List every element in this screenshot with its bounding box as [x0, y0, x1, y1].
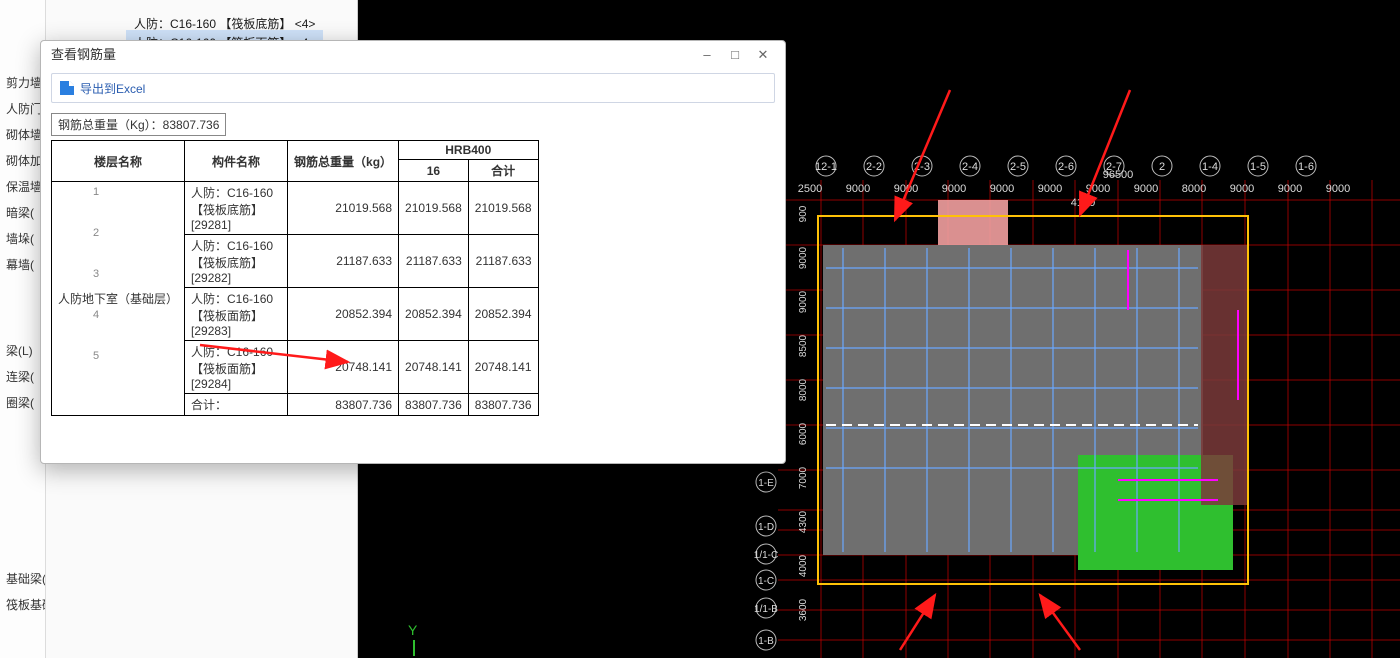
svg-text:1-B: 1-B: [758, 636, 774, 647]
svg-text:1/1-B: 1/1-B: [754, 604, 778, 615]
sidebar-item[interactable]: 人防门: [0, 96, 45, 122]
total-weight-label: 钢筋总重量（Kg）：83807.736: [51, 113, 226, 136]
row-numbers: 12345: [89, 171, 103, 376]
svg-text:8000: 8000: [798, 378, 809, 401]
export-icon: [60, 81, 74, 95]
svg-text:2-5: 2-5: [1010, 161, 1026, 173]
rebar-table: 楼层名称构件名称钢筋总重量（kg）HRB40016合计人防地下室（基础层）人防：…: [51, 140, 539, 416]
svg-text:9000: 9000: [990, 183, 1014, 195]
svg-text:9000: 9000: [846, 183, 870, 195]
sidebar-item[interactable]: 墙垛(: [0, 226, 45, 252]
svg-text:4180: 4180: [1071, 197, 1095, 209]
dialog-titlebar[interactable]: 查看钢筋量 – □ ✕: [41, 41, 785, 69]
sidebar-item[interactable]: 梁(L): [0, 338, 45, 364]
svg-text:9000: 9000: [894, 183, 918, 195]
export-label: 导出到Excel: [80, 80, 145, 97]
sidebar-item[interactable]: 筏板基础(M): [0, 592, 45, 618]
svg-text:3600: 3600: [798, 598, 809, 621]
dialog-title: 查看钢筋量: [51, 41, 691, 69]
svg-text:2-3: 2-3: [914, 161, 930, 173]
dialog-body: 钢筋总重量（Kg）：83807.736 楼层名称构件名称钢筋总重量（kg）HRB…: [41, 107, 785, 463]
row-number: 3: [89, 253, 103, 294]
svg-text:2: 2: [1159, 161, 1165, 173]
minimize-button[interactable]: –: [695, 43, 719, 67]
close-button[interactable]: ✕: [751, 43, 775, 67]
svg-text:900: 900: [798, 205, 809, 222]
svg-text:Y: Y: [408, 622, 418, 638]
sidebar-item[interactable]: 圈梁(: [0, 390, 45, 416]
sidebar-item[interactable]: 幕墙(: [0, 252, 45, 278]
svg-text:1-C: 1-C: [758, 576, 774, 587]
svg-text:1/1-C: 1/1-C: [754, 550, 778, 561]
svg-text:9000: 9000: [798, 290, 809, 313]
svg-text:96500: 96500: [1103, 169, 1134, 181]
svg-text:9000: 9000: [1230, 183, 1254, 195]
svg-text:1-E: 1-E: [758, 478, 774, 489]
row-number: 2: [89, 212, 103, 253]
svg-text:4000: 4000: [798, 554, 809, 577]
svg-text:1-5: 1-5: [1250, 161, 1266, 173]
sidebar-item[interactable]: 连梁(: [0, 364, 45, 390]
svg-text:8000: 8000: [1182, 183, 1206, 195]
svg-text:1-6: 1-6: [1298, 161, 1314, 173]
svg-text:9000: 9000: [1326, 183, 1350, 195]
svg-text:1-4: 1-4: [1202, 161, 1218, 173]
row-number: 4: [89, 294, 103, 335]
row-number: 5: [89, 335, 103, 376]
rebar-dialog: 查看钢筋量 – □ ✕ 导出到Excel 钢筋总重量（Kg）：83807.736…: [40, 40, 786, 464]
svg-text:7000: 7000: [798, 466, 809, 489]
svg-text:9000: 9000: [1134, 183, 1158, 195]
sidebar-item[interactable]: 剪力墙: [0, 70, 45, 96]
svg-text:12-1: 12-1: [815, 161, 837, 173]
svg-text:9000: 9000: [1038, 183, 1062, 195]
svg-text:9000: 9000: [798, 246, 809, 269]
sidebar-item[interactable]: 砌体墙: [0, 122, 45, 148]
svg-text:1-D: 1-D: [758, 522, 774, 533]
row-number: 1: [89, 171, 103, 212]
maximize-button[interactable]: □: [723, 43, 747, 67]
svg-text:4300: 4300: [798, 510, 809, 533]
sidebar-item[interactable]: 砌体加: [0, 148, 45, 174]
export-excel-button[interactable]: 导出到Excel: [51, 73, 775, 103]
svg-text:2-2: 2-2: [866, 161, 882, 173]
svg-text:6000: 6000: [798, 422, 809, 445]
sidebar-item[interactable]: 基础梁(F: [0, 566, 45, 592]
svg-text:8500: 8500: [798, 334, 809, 357]
svg-text:2500: 2500: [798, 183, 822, 195]
svg-text:9000: 9000: [1278, 183, 1302, 195]
svg-text:2-6: 2-6: [1058, 161, 1074, 173]
svg-text:9000: 9000: [1086, 183, 1110, 195]
svg-text:2-4: 2-4: [962, 161, 978, 173]
sidebar-item[interactable]: 暗梁(: [0, 200, 45, 226]
sidebar-item[interactable]: 保温墙: [0, 174, 45, 200]
svg-text:9000: 9000: [942, 183, 966, 195]
